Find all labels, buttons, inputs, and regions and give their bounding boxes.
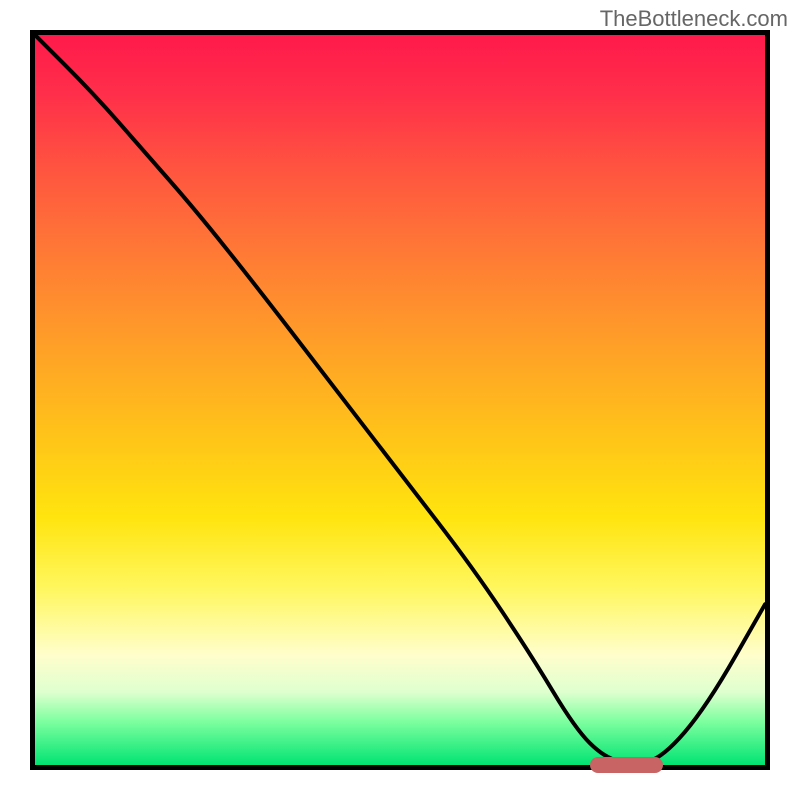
bottleneck-curve-path	[35, 35, 765, 763]
chart-svg	[35, 35, 765, 765]
attribution-text: TheBottleneck.com	[600, 6, 788, 32]
chart-frame	[30, 30, 770, 770]
optimum-range-marker	[590, 757, 663, 773]
